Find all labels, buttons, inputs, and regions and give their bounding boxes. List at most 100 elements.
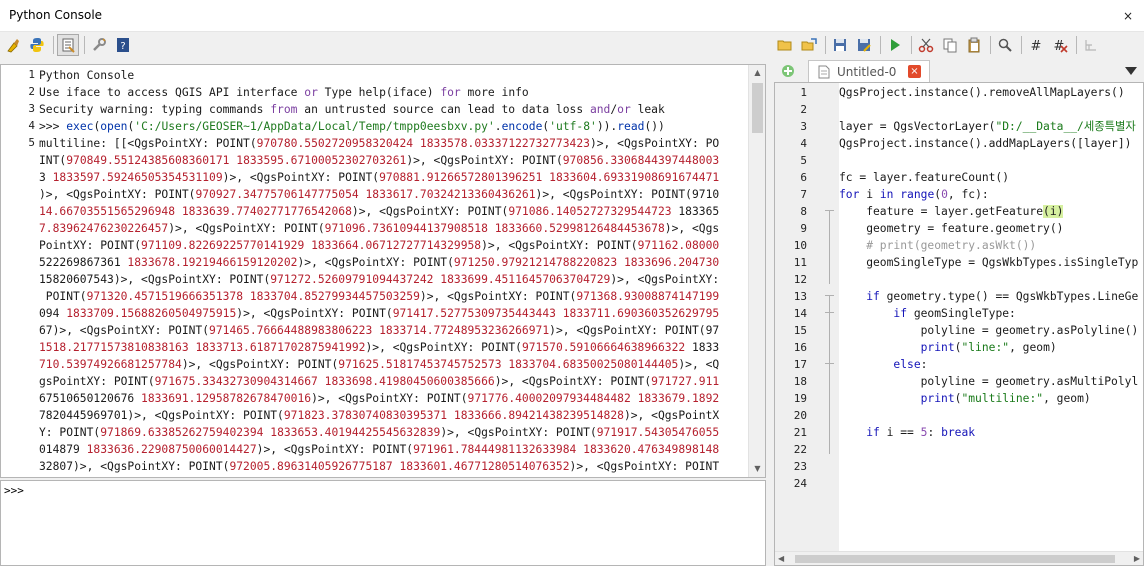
code-line: layer = QgsVectorLayer("D:/__Data__/세종특별… [839,120,1136,133]
console-input[interactable]: >>> [0,480,766,566]
editor-line-number: 4 [800,137,807,150]
scroll-up-icon[interactable]: ▲ [749,65,765,81]
scroll-right-icon[interactable]: ▶ [1134,552,1140,565]
scroll-down-icon[interactable]: ▼ [749,461,765,477]
copy-button[interactable] [939,34,961,56]
editor-line-gutter: 1 2 3 4 5 6 7 8 9 10 11 12 13 14 15 16 17 18 19 20 21 22 23 24 [775,83,839,553]
code-line: geometry = feature.geometry() [839,222,1064,235]
editor-tab-label: Untitled-0 [837,64,897,79]
editor-line-number: 12 [793,273,807,286]
toolbar-separator [1076,36,1077,54]
open-file-button[interactable] [774,34,796,56]
fold-marker[interactable] [825,363,834,364]
fold-marker[interactable] [825,312,834,313]
console-toolbar: ? [2,33,136,57]
console-line: Security warning: typing commands from a… [39,103,665,116]
save-icon [834,39,846,51]
svg-text:#: # [1031,39,1042,53]
toolbar-separator [911,36,912,54]
console-line: PointXY: POINT(971109.82269225770141929 … [39,239,720,252]
code-line: # print(geometry.asWkt()) [839,239,1037,252]
editor-toolbar: # # [774,33,1104,57]
editor-line-number: 7 [800,188,807,201]
document-icon [818,65,830,78]
console-output[interactable]: 1 2 3 4 5 Python Console Use iface to access … [0,64,766,478]
copy-icon [943,38,957,53]
console-vertical-scrollbar[interactable]: ▲ ▼ [748,65,765,477]
scroll-thumb[interactable] [795,555,1115,563]
console-line: 15820607543)>, <QgsPointXY: POINT(971272… [39,273,720,286]
editor-line-number: 11 [793,256,807,269]
toolbar-separator [825,36,826,54]
save-button[interactable] [829,34,851,56]
object-inspector-button[interactable] [1080,34,1102,56]
new-editor-tab-icon[interactable] [780,63,796,79]
cut-icon [918,38,934,53]
scroll-thumb[interactable] [752,83,763,133]
find-button[interactable] [994,34,1016,56]
open-in-external-editor-button[interactable] [798,34,820,56]
scroll-left-icon[interactable]: ◀ [778,552,784,565]
uncomment-icon: # [1054,39,1068,53]
code-line: if i == 5: break [866,426,976,439]
python-console-window: Python Console × ? # # 1 2 3 4 5 Python … [0,0,1144,566]
save-as-button[interactable] [853,34,875,56]
show-editor-button[interactable] [57,34,79,56]
code-line: else: [893,358,928,371]
options-button[interactable] [88,34,110,56]
comment-button[interactable]: # [1025,34,1047,56]
window-title: Python Console [9,8,103,22]
console-line-number: 3 [28,102,35,115]
run-script-button[interactable] [884,34,906,56]
editor-tab-untitled-0[interactable]: Untitled-0 × [808,60,930,82]
run-command-button[interactable] [26,34,48,56]
help-icon: ? [117,38,129,52]
console-line: >>> exec(open('C:/Users/GEOSER~1/AppData… [39,120,665,133]
paste-button[interactable] [963,34,985,56]
code-line: polyline = geometry.asPolyline() [839,324,1139,337]
fold-marker[interactable] [825,295,834,296]
close-tab-icon[interactable]: × [908,65,921,78]
code-line: print("multiline:", geom) [920,392,1091,405]
code-line: if geomSingleType: [893,307,1016,320]
console-line: 7.83962476230226457)>, <QgsPointXY: POIN… [39,222,720,235]
open-file-icon [777,40,792,51]
code-line: print("line:", geom) [920,341,1057,354]
console-text: Python Console Use iface to access QGIS A… [39,65,739,477]
cut-button[interactable] [915,34,937,56]
console-line: 094 1833709.15688260504975915)>, <QgsPoi… [39,307,720,320]
console-line: INT(970849.55124385608360171 1833595.671… [39,154,720,167]
help-button[interactable]: ? [112,34,134,56]
console-line: 014879 1833636.22908750060014427)>, <Qgs… [39,443,720,456]
console-line: Python Console [39,69,135,82]
panel-splitter[interactable] [766,60,774,566]
console-line-number: 4 [28,119,35,132]
clear-console-button[interactable] [2,34,24,56]
comment-icon: # [1031,39,1042,53]
console-line: Y: POINT(971869.63385262759402394 183365… [39,426,720,439]
toolbar-separator [880,36,881,54]
tab-list-dropdown-icon[interactable] [1124,65,1138,77]
editor-line-number: 19 [793,392,807,405]
code-line: if geometry.type() == QgsWkbTypes.LineGe [866,290,1139,303]
fold-marker[interactable] [825,210,834,211]
uncomment-button[interactable]: # [1049,34,1071,56]
editor-horizontal-scrollbar[interactable]: ◀ ▶ [775,551,1143,565]
toolbar-separator [990,36,991,54]
settings-icon [93,38,106,51]
editor-line-number: 3 [800,120,807,133]
toolbar-separator [53,36,54,54]
code-editor[interactable]: 1 2 3 4 5 6 7 8 9 10 11 12 13 14 15 16 17 18 19 20 21 22 23 24 … [774,82,1144,566]
svg-text:?: ? [120,41,125,52]
run-script-icon [891,39,900,51]
fold-line [829,295,830,454]
editor-line-number: 14 [793,307,807,320]
console-line-number: 5 [28,136,35,149]
close-icon[interactable]: × [1120,8,1136,24]
console-line-number: 2 [28,85,35,98]
console-line: Use iface to access QGIS API interface o… [39,86,529,99]
fold-line [829,210,830,284]
code-line: QgsProject.instance().removeAllMapLayers… [839,86,1125,99]
